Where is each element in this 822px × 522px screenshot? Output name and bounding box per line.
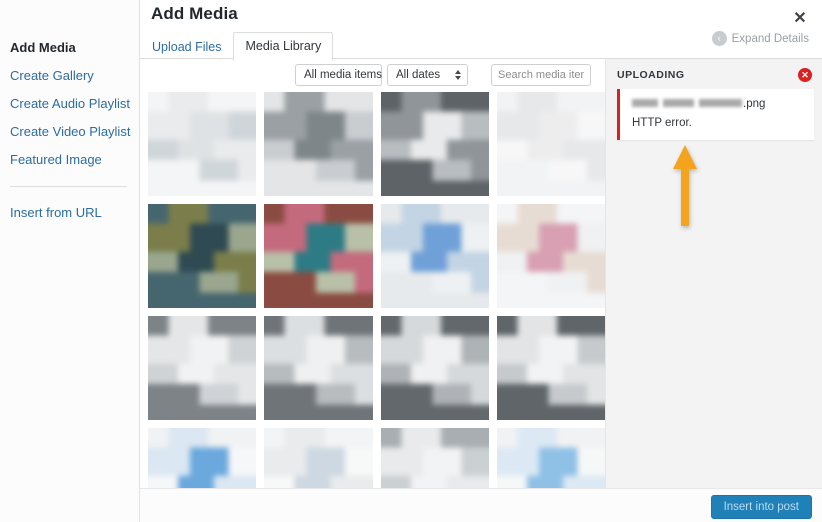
tab-upload-files[interactable]: Upload Files bbox=[151, 33, 233, 61]
upload-panel-header: UPLOADING ✕ bbox=[606, 59, 822, 89]
sidebar-item-create-audio-playlist[interactable]: Create Audio Playlist bbox=[0, 90, 139, 118]
dismiss-error-icon[interactable]: ✕ bbox=[798, 68, 812, 82]
expand-details-label: Expand Details bbox=[731, 32, 809, 45]
media-thumbnail[interactable] bbox=[380, 316, 489, 420]
media-thumbnail[interactable] bbox=[496, 428, 605, 488]
media-thumbnail[interactable] bbox=[496, 92, 605, 196]
circle-chevron-left-icon: ‹ bbox=[711, 31, 727, 46]
upload-status-panel: UPLOADING ✕ .png HTTP error. bbox=[605, 59, 822, 488]
upload-panel-title: UPLOADING bbox=[617, 69, 685, 81]
date-filter-value: All dates bbox=[396, 69, 441, 81]
media-thumbnail[interactable] bbox=[148, 92, 257, 196]
select-arrows-icon bbox=[455, 70, 461, 80]
modal-title: Add Media bbox=[151, 4, 238, 23]
insert-into-post-button[interactable]: Insert into post bbox=[710, 495, 812, 519]
redacted-filename bbox=[632, 99, 742, 107]
sidebar-item-insert-from-url[interactable]: Insert from URL bbox=[0, 199, 139, 227]
upload-error-message: HTTP error. bbox=[632, 117, 692, 129]
media-type-filter-value: All media items bbox=[304, 69, 382, 81]
media-tabs: Upload Files Media Library bbox=[151, 32, 334, 61]
upload-error-filename: .png bbox=[632, 98, 804, 110]
close-icon[interactable]: ✕ bbox=[786, 6, 814, 32]
add-media-screen: Add Media Create Gallery Create Audio Play… bbox=[0, 0, 822, 522]
media-thumbnail[interactable] bbox=[148, 204, 257, 308]
media-thumbnail[interactable] bbox=[148, 428, 257, 488]
media-grid-region[interactable] bbox=[148, 92, 605, 488]
media-menu-sidebar: Add Media Create Gallery Create Audio Play… bbox=[0, 0, 140, 522]
search-input[interactable] bbox=[491, 64, 591, 86]
media-thumbnail[interactable] bbox=[148, 316, 257, 420]
date-filter[interactable]: All dates bbox=[387, 64, 468, 86]
expand-details-toggle[interactable]: ‹ Expand Details bbox=[711, 31, 809, 46]
media-thumbnail[interactable] bbox=[380, 204, 489, 308]
upload-error-item[interactable]: .png HTTP error. bbox=[617, 89, 814, 140]
tab-media-library[interactable]: Media Library bbox=[233, 32, 334, 61]
filename-extension: .png bbox=[743, 98, 766, 110]
media-thumbnail[interactable] bbox=[380, 428, 489, 488]
modal-footer: Insert into post bbox=[140, 488, 822, 522]
media-thumbnail[interactable] bbox=[496, 316, 605, 420]
add-media-modal: Add Media ✕ ‹ Expand Details Upload File… bbox=[140, 0, 822, 522]
media-type-filter[interactable]: All media items bbox=[295, 64, 398, 86]
sidebar-item-create-gallery[interactable]: Create Gallery bbox=[0, 62, 139, 90]
media-thumbnail[interactable] bbox=[264, 316, 373, 420]
sidebar-item-featured-image[interactable]: Featured Image bbox=[0, 146, 139, 174]
sidebar-divider bbox=[10, 186, 127, 187]
media-thumbnail[interactable] bbox=[380, 92, 489, 196]
sidebar-item-create-video-playlist[interactable]: Create Video Playlist bbox=[0, 118, 139, 146]
media-grid bbox=[148, 92, 605, 488]
sidebar-item-add-media[interactable]: Add Media bbox=[0, 34, 139, 62]
media-thumbnail[interactable] bbox=[264, 92, 373, 196]
media-thumbnail[interactable] bbox=[264, 428, 373, 488]
media-thumbnail[interactable] bbox=[496, 204, 605, 308]
media-thumbnail[interactable] bbox=[264, 204, 373, 308]
